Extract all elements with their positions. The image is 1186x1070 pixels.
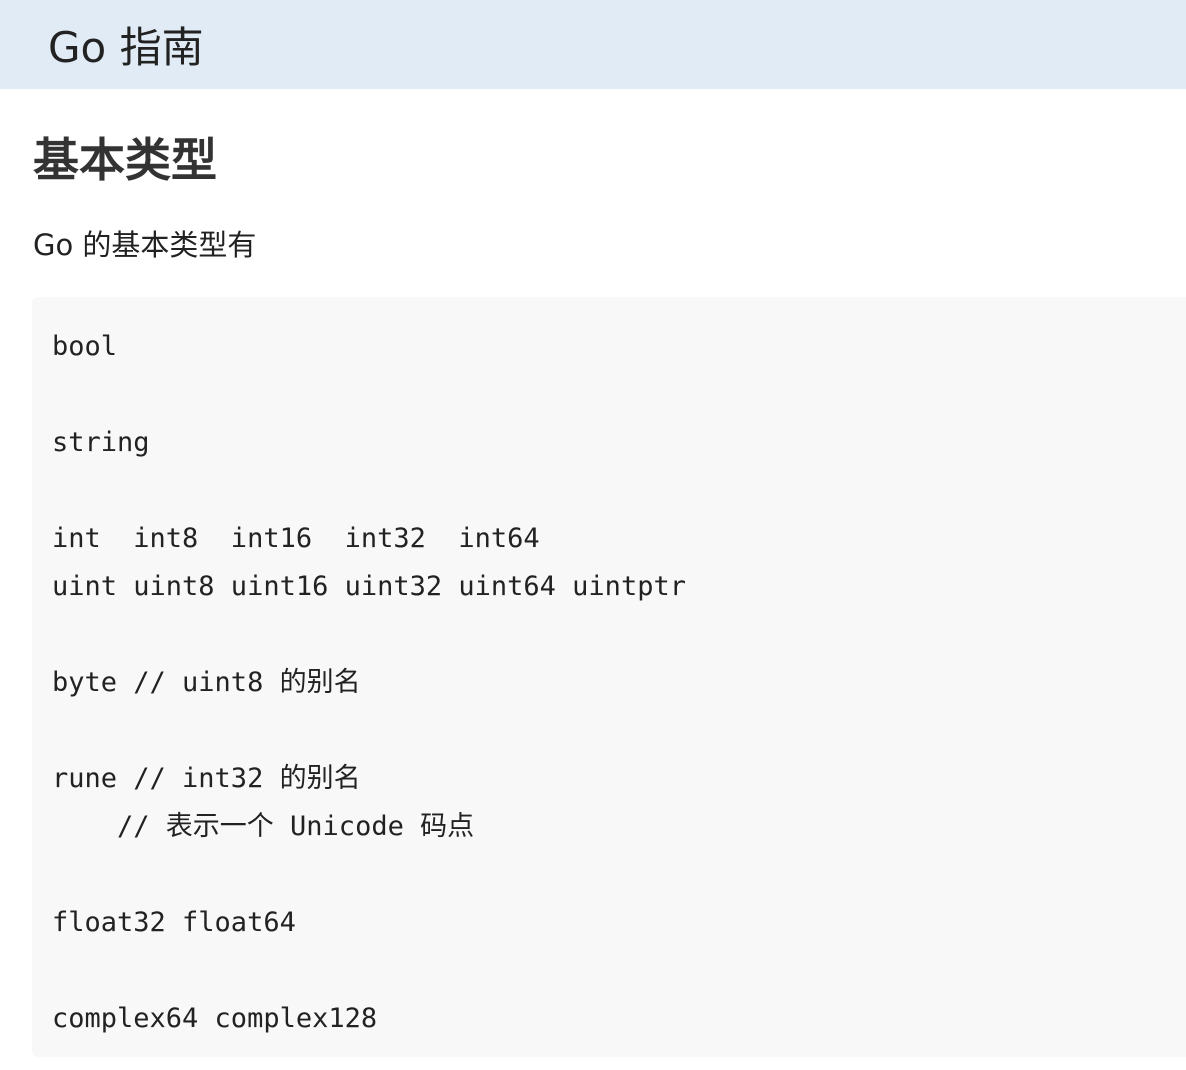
intro-text: Go 的基本类型有 bbox=[33, 228, 257, 262]
section-title: 基本类型 bbox=[33, 133, 217, 187]
app-title: Go 指南 bbox=[48, 23, 204, 72]
code-block: bool string int int8 int16 int32 int64 u… bbox=[32, 297, 1186, 1057]
header: Go 指南 bbox=[0, 0, 1186, 89]
